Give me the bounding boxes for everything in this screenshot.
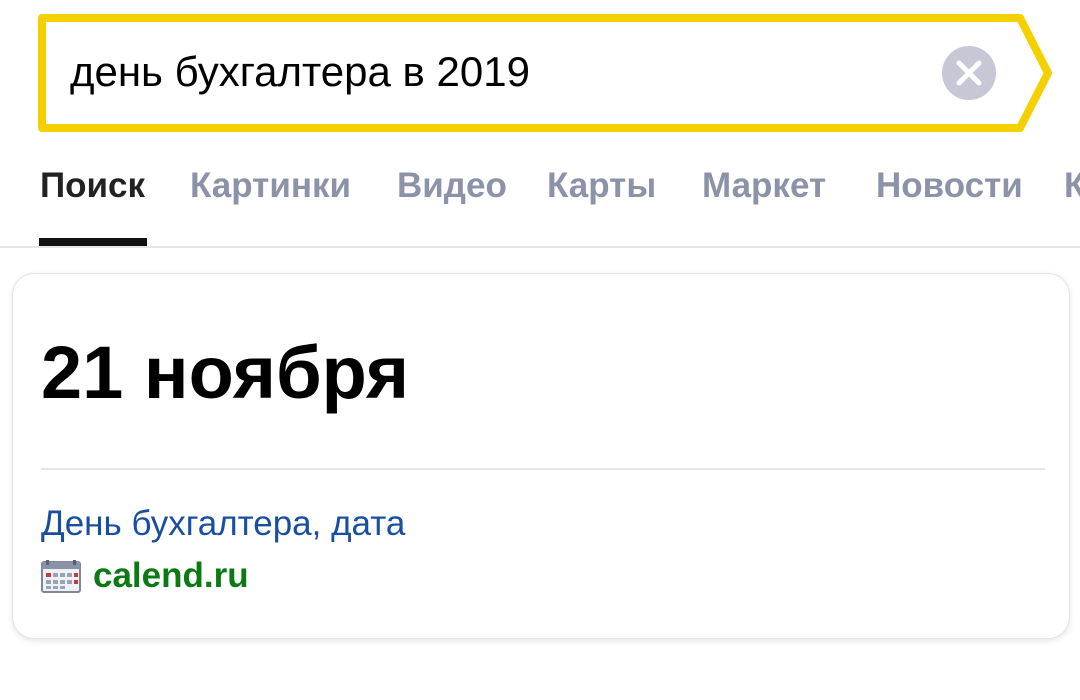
tab-search[interactable]: Поиск	[40, 164, 145, 208]
clear-search-button[interactable]	[942, 46, 996, 100]
calendar-icon	[41, 560, 81, 593]
tab-maps[interactable]: Карты	[547, 164, 656, 208]
search-input[interactable]	[70, 38, 910, 106]
tab-images[interactable]: Картинки	[190, 164, 351, 208]
answer-date: 21 ноября	[41, 331, 410, 414]
search-bar	[38, 14, 1054, 132]
tab-video[interactable]: Видео	[397, 164, 507, 208]
search-results-page: Поиск Картинки Видео Карты Маркет Новост…	[0, 0, 1080, 700]
search-tabs: Поиск Картинки Видео Карты Маркет Новост…	[0, 150, 1080, 248]
tab-market[interactable]: Маркет	[702, 164, 826, 208]
source-title-link[interactable]: День бухгалтера, дата	[41, 502, 405, 546]
active-tab-indicator	[39, 238, 147, 246]
source-domain-link[interactable]: calend.ru	[93, 554, 249, 598]
tab-news[interactable]: Новости	[876, 164, 1023, 208]
tab-more-truncated[interactable]: К	[1064, 164, 1080, 208]
close-icon	[956, 60, 982, 86]
answer-card: 21 ноября День бухгалтера, дата calend.r…	[12, 273, 1070, 639]
card-divider	[41, 468, 1045, 470]
